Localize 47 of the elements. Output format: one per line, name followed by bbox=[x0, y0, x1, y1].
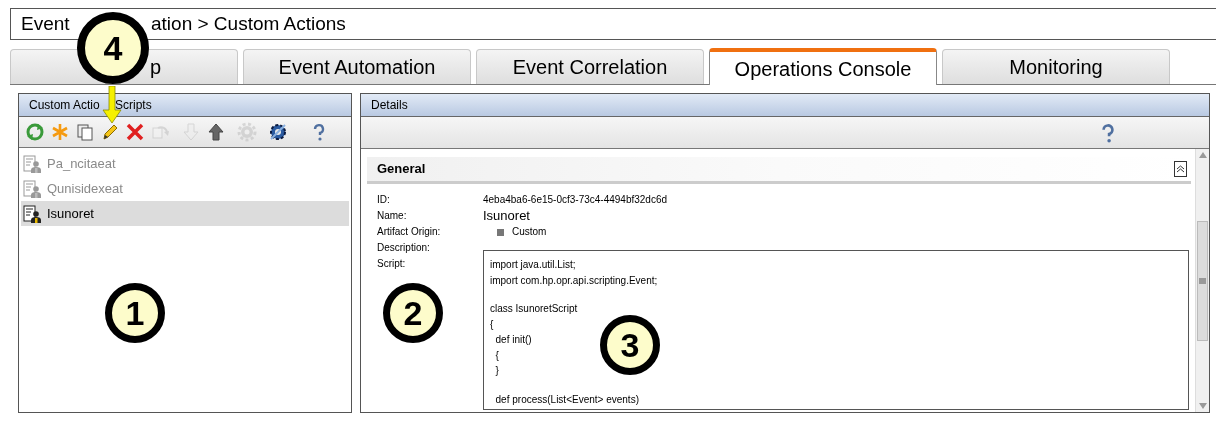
code-line: } bbox=[494, 364, 499, 378]
field-label: Name: bbox=[377, 209, 408, 223]
field-value: Isunoret bbox=[483, 208, 530, 224]
code-line: { bbox=[494, 348, 499, 363]
field-label: Artifact Origin: bbox=[377, 225, 442, 239]
script-user-icon bbox=[23, 153, 43, 174]
up-arrow-icon[interactable] bbox=[206, 122, 226, 142]
list-item[interactable]: Pa_ncitaeat bbox=[21, 151, 349, 176]
tab-label[interactable]: Event Automation bbox=[278, 52, 436, 82]
delete-icon[interactable] bbox=[125, 122, 145, 142]
list-item[interactable]: Qunisidexeat bbox=[21, 176, 349, 201]
tab-label[interactable]: p bbox=[149, 52, 161, 82]
code-line: def process(List<Event> events) bbox=[494, 392, 639, 407]
panel-title: Scripts bbox=[115, 97, 152, 114]
script-user-icon bbox=[23, 178, 43, 199]
field-label: Description: bbox=[377, 241, 431, 255]
scroll-thumb[interactable] bbox=[1197, 220, 1208, 341]
code-line: def init() bbox=[494, 333, 532, 347]
breadcrumb-text: ation > Custom Actions bbox=[151, 11, 346, 36]
field-value: Custom bbox=[512, 225, 547, 239]
scroll-up-icon[interactable] bbox=[1197, 151, 1208, 159]
scrollbar[interactable] bbox=[1195, 149, 1209, 412]
field-label: Script: bbox=[377, 257, 407, 271]
callout-badge: 2 bbox=[383, 283, 443, 343]
section-title: General bbox=[377, 160, 426, 179]
tab-label[interactable]: Operations Console bbox=[734, 53, 912, 84]
code-line: import com.hp.opr.api.scripting.Event; bbox=[490, 273, 658, 288]
callout-badge: 3 bbox=[600, 315, 660, 375]
refresh-icon[interactable] bbox=[25, 122, 45, 142]
copy-icon[interactable] bbox=[75, 122, 95, 142]
code-line: { bbox=[490, 317, 494, 332]
script-user-icon bbox=[23, 203, 43, 224]
origin-square-icon bbox=[497, 228, 504, 236]
code-line: import java.util.List; bbox=[490, 258, 576, 272]
tab-label[interactable]: Event Correlation bbox=[512, 52, 668, 82]
code-line: class IsunoretScript bbox=[490, 302, 578, 316]
scroll-down-icon[interactable] bbox=[1197, 402, 1208, 410]
breadcrumb-text: Event bbox=[21, 12, 70, 34]
field-value: 4eba4ba6-6e15-0cf3-73c4-4494bf32dc6d bbox=[483, 193, 668, 207]
callout-badge: 1 bbox=[105, 283, 165, 343]
field-label: ID: bbox=[377, 193, 391, 207]
callout-badge: 4 bbox=[77, 12, 149, 84]
panel-title: Details bbox=[371, 97, 408, 114]
panel-title: Custom Actio bbox=[29, 97, 101, 114]
list-item[interactable]: Isunoret bbox=[21, 201, 349, 226]
tab-label[interactable]: Monitoring bbox=[1009, 52, 1103, 82]
pencil-icon[interactable] bbox=[100, 122, 120, 142]
